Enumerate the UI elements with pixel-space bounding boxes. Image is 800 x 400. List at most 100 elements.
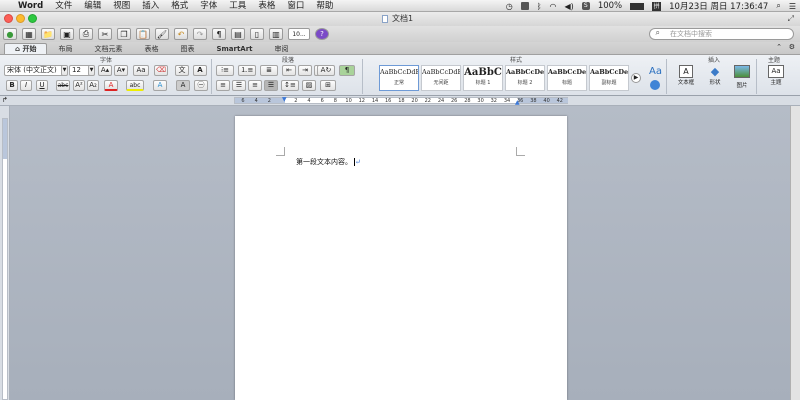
menu-file[interactable]: 文件 — [49, 0, 78, 12]
style-no-spacing[interactable]: AaBbCcDdEe 无间距 — [421, 65, 461, 91]
menu-tools[interactable]: 工具 — [223, 0, 252, 12]
numbering-icon[interactable]: ⒈≡ — [238, 65, 256, 76]
tab-review[interactable]: 审阅 — [264, 43, 300, 54]
show-marks-icon[interactable]: ¶ — [339, 65, 355, 76]
menu-help[interactable]: 帮助 — [310, 0, 339, 12]
format-painter-icon[interactable]: 🖌 — [155, 28, 169, 40]
bluetooth-icon[interactable]: ᛒ — [537, 2, 542, 11]
text-effects-icon[interactable]: A — [153, 80, 167, 91]
menu-table[interactable]: 表格 — [252, 0, 281, 12]
bullets-icon[interactable]: ⁝≡ — [216, 65, 234, 76]
style-heading-1[interactable]: AaBbC 标题 1 — [463, 65, 503, 91]
text-direction-icon[interactable]: A↻ — [317, 65, 335, 76]
skype-icon[interactable]: S — [581, 2, 590, 10]
manage-styles-icon[interactable]: Aa — [649, 66, 662, 77]
style-heading-2[interactable]: AaBbCcDe 标题 2 — [505, 65, 545, 91]
tab-layout[interactable]: 布局 — [47, 43, 83, 54]
print-icon[interactable]: ⎙ — [79, 28, 93, 40]
save-icon[interactable]: ▣ — [60, 28, 74, 40]
menu-insert[interactable]: 插入 — [136, 0, 165, 12]
right-indent-marker[interactable]: ▲ — [515, 99, 520, 106]
close-window-icon[interactable] — [4, 14, 13, 23]
timemachine-icon[interactable]: ◷ — [506, 2, 513, 11]
menu-format[interactable]: 格式 — [165, 0, 194, 12]
tab-charts[interactable]: 图表 — [169, 43, 205, 54]
menu-window[interactable]: 窗口 — [281, 0, 310, 12]
character-border-icon[interactable]: A — [193, 65, 207, 76]
change-case-icon[interactable]: Aa — [133, 65, 149, 76]
menu-edit[interactable]: 编辑 — [78, 0, 107, 12]
ribbon-settings-icon[interactable]: ⚙ — [789, 43, 795, 51]
new-document-icon[interactable]: ● — [3, 28, 17, 40]
phonetic-guide-icon[interactable]: 文 — [175, 65, 189, 76]
first-line-indent-marker[interactable]: ▼ — [282, 96, 287, 103]
font-name-select[interactable]: 宋体 (中文正文) — [4, 65, 66, 76]
template-gallery-icon[interactable]: ▦ — [22, 28, 36, 40]
font-color-icon[interactable]: A — [104, 80, 118, 91]
bold-icon[interactable]: B — [6, 80, 18, 91]
style-title[interactable]: AaBbCcDe 标题 — [547, 65, 587, 91]
themes-button[interactable]: Aa 主题 — [761, 65, 791, 86]
insert-picture-button[interactable]: 图片 — [730, 65, 754, 89]
volume-icon[interactable]: ◀) — [565, 2, 574, 11]
tab-smartart[interactable]: SmartArt — [205, 43, 263, 54]
subscript-icon[interactable]: A₂ — [87, 80, 99, 91]
font-name-dropdown-icon[interactable]: ▼ — [61, 65, 68, 76]
minimize-window-icon[interactable] — [16, 14, 25, 23]
tab-stop-selector-icon[interactable]: ↱ — [2, 96, 8, 104]
grow-font-icon[interactable]: A▴ — [98, 65, 112, 76]
clear-formatting-icon[interactable]: ⌫ — [154, 65, 168, 76]
style-subtitle[interactable]: AaBbCcDe 副标题 — [589, 65, 629, 91]
insert-textbox-button[interactable]: A 文本框 — [672, 65, 700, 86]
line-spacing-icon[interactable]: ↕≡ — [281, 80, 299, 91]
media-browser-icon[interactable]: ▥ — [269, 28, 283, 40]
justify-icon[interactable]: ☰ — [264, 80, 278, 91]
italic-icon[interactable]: I — [20, 80, 32, 91]
cut-icon[interactable]: ✂ — [98, 28, 112, 40]
collapse-ribbon-icon[interactable]: ⌃ — [776, 43, 782, 51]
battery-icon[interactable] — [630, 2, 645, 10]
redo-icon[interactable]: ↷ — [193, 28, 207, 40]
adobe-icon[interactable] — [520, 2, 529, 10]
document-page[interactable]: 第一段文本内容。 ↵ — [235, 116, 567, 400]
align-center-icon[interactable]: ☰ — [232, 80, 246, 91]
align-right-icon[interactable]: ≡ — [248, 80, 262, 91]
menu-view[interactable]: 视图 — [107, 0, 136, 12]
vertical-ruler[interactable] — [2, 118, 8, 400]
help-icon[interactable]: ? — [315, 28, 329, 40]
insert-shape-button[interactable]: ◆ 形状 — [703, 65, 727, 86]
shading-icon[interactable]: ▨ — [302, 80, 316, 91]
document-paragraph[interactable]: 第一段文本内容。 ↵ — [296, 157, 361, 167]
undo-icon[interactable]: ↶ — [174, 28, 188, 40]
tab-tables[interactable]: 表格 — [133, 43, 169, 54]
zoom-select[interactable]: 10... — [288, 28, 310, 40]
enclose-characters-icon[interactable]: ㊀ — [194, 80, 208, 91]
show-page-icon[interactable]: ▯ — [250, 28, 264, 40]
align-left-icon[interactable]: ≡ — [216, 80, 230, 91]
borders-icon[interactable]: ⊞ — [320, 80, 336, 91]
shrink-font-icon[interactable]: A▾ — [114, 65, 128, 76]
paste-icon[interactable]: 📋 — [136, 28, 150, 40]
notification-center-icon[interactable]: ☰ — [789, 2, 796, 11]
styles-next-icon[interactable]: ▶ — [631, 73, 641, 83]
vertical-scrollbar[interactable] — [790, 106, 800, 400]
highlight-icon[interactable]: abc — [126, 80, 144, 91]
copy-icon[interactable]: ❐ — [117, 28, 131, 40]
zoom-window-icon[interactable] — [28, 14, 37, 23]
decrease-indent-icon[interactable]: ⇤ — [282, 65, 296, 76]
superscript-icon[interactable]: A² — [73, 80, 85, 91]
tab-home[interactable]: ⌂ 开始 — [4, 43, 48, 54]
formatting-marks-icon[interactable]: ¶ — [212, 28, 226, 40]
wifi-icon[interactable]: ◠ — [550, 2, 557, 11]
character-shading-icon[interactable]: A — [176, 80, 190, 91]
fullscreen-icon[interactable]: ⤢ — [788, 14, 794, 24]
spotlight-icon[interactable]: ⌕ — [776, 1, 780, 11]
battery-percent[interactable]: 100% — [598, 1, 622, 11]
clock[interactable]: 10月23日 周日 17:36:47 — [669, 0, 768, 12]
strikethrough-icon[interactable]: abc — [56, 80, 70, 91]
tab-document-elements[interactable]: 文档元素 — [83, 43, 133, 54]
styles-pane-icon[interactable] — [650, 80, 660, 90]
search-input[interactable]: 在文档中搜索 — [649, 28, 794, 40]
multilevel-list-icon[interactable]: ≣ — [260, 65, 278, 76]
underline-icon[interactable]: U — [36, 80, 48, 91]
